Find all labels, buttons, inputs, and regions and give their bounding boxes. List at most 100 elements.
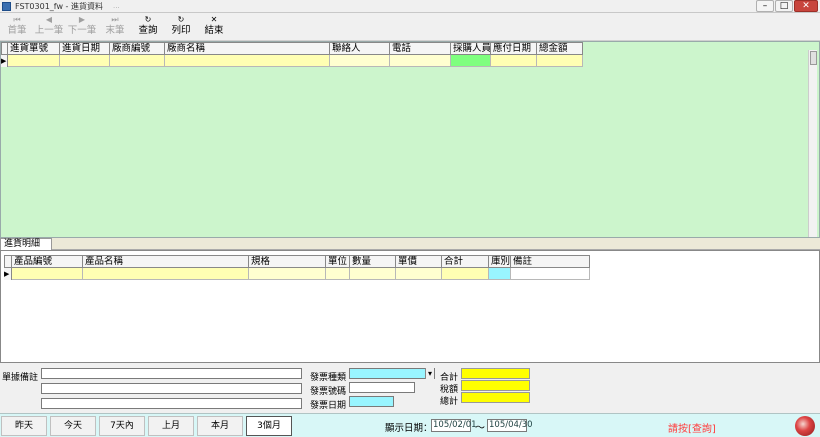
table-cell[interactable] — [489, 268, 511, 280]
table-cell[interactable] — [12, 268, 83, 280]
chevron-down-icon[interactable]: ▾ — [425, 368, 434, 379]
invoice-no-input[interactable] — [349, 382, 415, 393]
document-form: 單據備註 發票種類 ▾ 發票號碼 發票日期 合計 稅額 總計 — [0, 363, 820, 415]
col-header[interactable]: 產品名稱 — [83, 255, 249, 268]
grid-corner — [4, 255, 12, 268]
invoice-no-label: 發票號碼 — [310, 387, 347, 397]
table-cell[interactable] — [326, 268, 350, 280]
table-cell[interactable] — [491, 55, 537, 67]
invoice-date-input[interactable] — [349, 396, 394, 407]
col-header[interactable]: 單價 — [396, 255, 442, 268]
print-button[interactable]: ↻ 列印 — [166, 15, 196, 39]
table-cell[interactable] — [396, 268, 442, 280]
yesterday-button[interactable]: 昨天 — [1, 416, 47, 436]
table-cell[interactable] — [249, 268, 326, 280]
print-icon: ↻ — [177, 15, 185, 24]
row-indicator-icon: ▶ — [1, 55, 8, 67]
print-label: 列印 — [171, 25, 191, 36]
first-record-button[interactable]: ⏮ 首筆 — [2, 15, 32, 39]
table-cell[interactable] — [330, 55, 390, 67]
invoice-type-label: 發票種類 — [310, 373, 347, 383]
first-record-label: 首筆 — [7, 25, 27, 36]
status-message: 請按[查詢] — [668, 424, 716, 435]
col-header[interactable]: 應付日期 — [491, 42, 537, 55]
refresh-icon: ↻ — [144, 15, 152, 24]
scroll-thumb[interactable] — [810, 51, 817, 65]
window-title-extra: ... — [112, 2, 120, 10]
today-button[interactable]: 今天 — [50, 416, 96, 436]
note-input-2[interactable] — [41, 383, 302, 394]
prev-record-label: 上一筆 — [34, 25, 64, 36]
table-cell[interactable] — [451, 55, 491, 67]
col-header[interactable]: 總金額 — [537, 42, 583, 55]
col-header[interactable]: 單位 — [326, 255, 350, 268]
table-cell[interactable] — [165, 55, 330, 67]
query-button[interactable]: ↻ 查詢 — [133, 15, 163, 39]
tax-field — [461, 380, 530, 391]
total-label: 總計 — [440, 397, 459, 407]
last-record-button[interactable]: ⏭ 末筆 — [100, 15, 130, 39]
last-record-icon: ⏭ — [111, 15, 119, 24]
window-title: FST0301_fw - 進貨資料 — [15, 1, 103, 11]
toolbar: ⏮ 首筆 ◀ 上一筆 ▶ 下一筆 ⏭ 末筆 ↻ 查詢 ↻ 列印 ✕ 結束 — [0, 13, 820, 41]
col-header[interactable]: 備註 — [511, 255, 590, 268]
date-from-input[interactable]: 105/02/01 — [431, 419, 477, 432]
table-cell[interactable] — [60, 55, 110, 67]
table-cell[interactable] — [511, 268, 590, 280]
table-cell[interactable] — [390, 55, 451, 67]
detail-grid[interactable]: 產品編號 產品名稱 規格 單位 數量 單價 合計 庫別 備註 ▶ — [0, 250, 820, 363]
master-grid[interactable]: 進貨單號 進貨日期 廠商編號 廠商名稱 聯絡人 電話 採購人員 應付日期 總金額… — [0, 41, 820, 238]
last-record-label: 末筆 — [105, 25, 125, 36]
last-7-days-button[interactable]: 7天內 — [99, 416, 145, 436]
row-indicator-icon: ▶ — [4, 268, 12, 280]
col-header[interactable]: 採購人員 — [451, 42, 491, 55]
exit-button[interactable]: ✕ 結束 — [199, 15, 229, 39]
table-cell[interactable] — [83, 268, 249, 280]
col-header[interactable]: 聯絡人 — [330, 42, 390, 55]
col-header[interactable]: 產品編號 — [12, 255, 83, 268]
col-header[interactable]: 規格 — [249, 255, 326, 268]
col-header[interactable]: 電話 — [390, 42, 451, 55]
total-field — [461, 392, 530, 403]
close-icon: ✕ — [210, 15, 218, 24]
app-icon — [2, 1, 11, 11]
query-label: 查詢 — [138, 25, 158, 36]
first-record-icon: ⏮ — [13, 15, 21, 24]
invoice-date-label: 發票日期 — [310, 401, 347, 411]
table-cell[interactable] — [110, 55, 165, 67]
grid-corner — [1, 42, 8, 55]
note-input-1[interactable] — [41, 368, 302, 379]
note-input-3[interactable] — [41, 398, 302, 409]
close-button[interactable]: ✕ — [794, 0, 818, 12]
invoice-type-select[interactable]: ▾ — [349, 368, 435, 379]
last-month-button[interactable]: 上月 — [148, 416, 194, 436]
tab-purchase-details[interactable]: 進貨明細 — [0, 238, 52, 250]
col-header[interactable]: 廠商編號 — [110, 42, 165, 55]
master-scrollbar[interactable] — [808, 50, 817, 237]
next-record-label: 下一筆 — [67, 25, 97, 36]
three-months-button[interactable]: 3個月 — [246, 416, 292, 436]
date-range-separator: ～ — [475, 423, 485, 434]
footer-bar: 昨天 今天 7天內 上月 本月 3個月 顯示日期： 105/02/01 ～ 10… — [0, 413, 820, 437]
col-header[interactable]: 廠商名稱 — [165, 42, 330, 55]
col-header[interactable]: 數量 — [350, 255, 396, 268]
next-record-button[interactable]: ▶ 下一筆 — [67, 15, 97, 39]
subtotal-field — [461, 368, 530, 379]
maximize-button[interactable]: □ — [775, 0, 793, 12]
table-cell[interactable] — [442, 268, 489, 280]
date-to-input[interactable]: 105/04/30 — [487, 419, 533, 432]
prev-record-button[interactable]: ◀ 上一筆 — [34, 15, 64, 39]
note-label: 單據備註 — [2, 373, 39, 383]
table-cell[interactable] — [537, 55, 583, 67]
next-record-icon: ▶ — [78, 15, 86, 24]
col-header[interactable]: 進貨單號 — [8, 42, 60, 55]
col-header[interactable]: 進貨日期 — [60, 42, 110, 55]
this-month-button[interactable]: 本月 — [197, 416, 243, 436]
table-cell[interactable] — [8, 55, 60, 67]
prev-record-icon: ◀ — [45, 15, 53, 24]
minimize-button[interactable]: – — [756, 0, 774, 12]
col-header[interactable]: 庫別 — [489, 255, 511, 268]
table-cell[interactable] — [350, 268, 396, 280]
col-header[interactable]: 合計 — [442, 255, 489, 268]
globe-logo-icon — [795, 416, 815, 436]
